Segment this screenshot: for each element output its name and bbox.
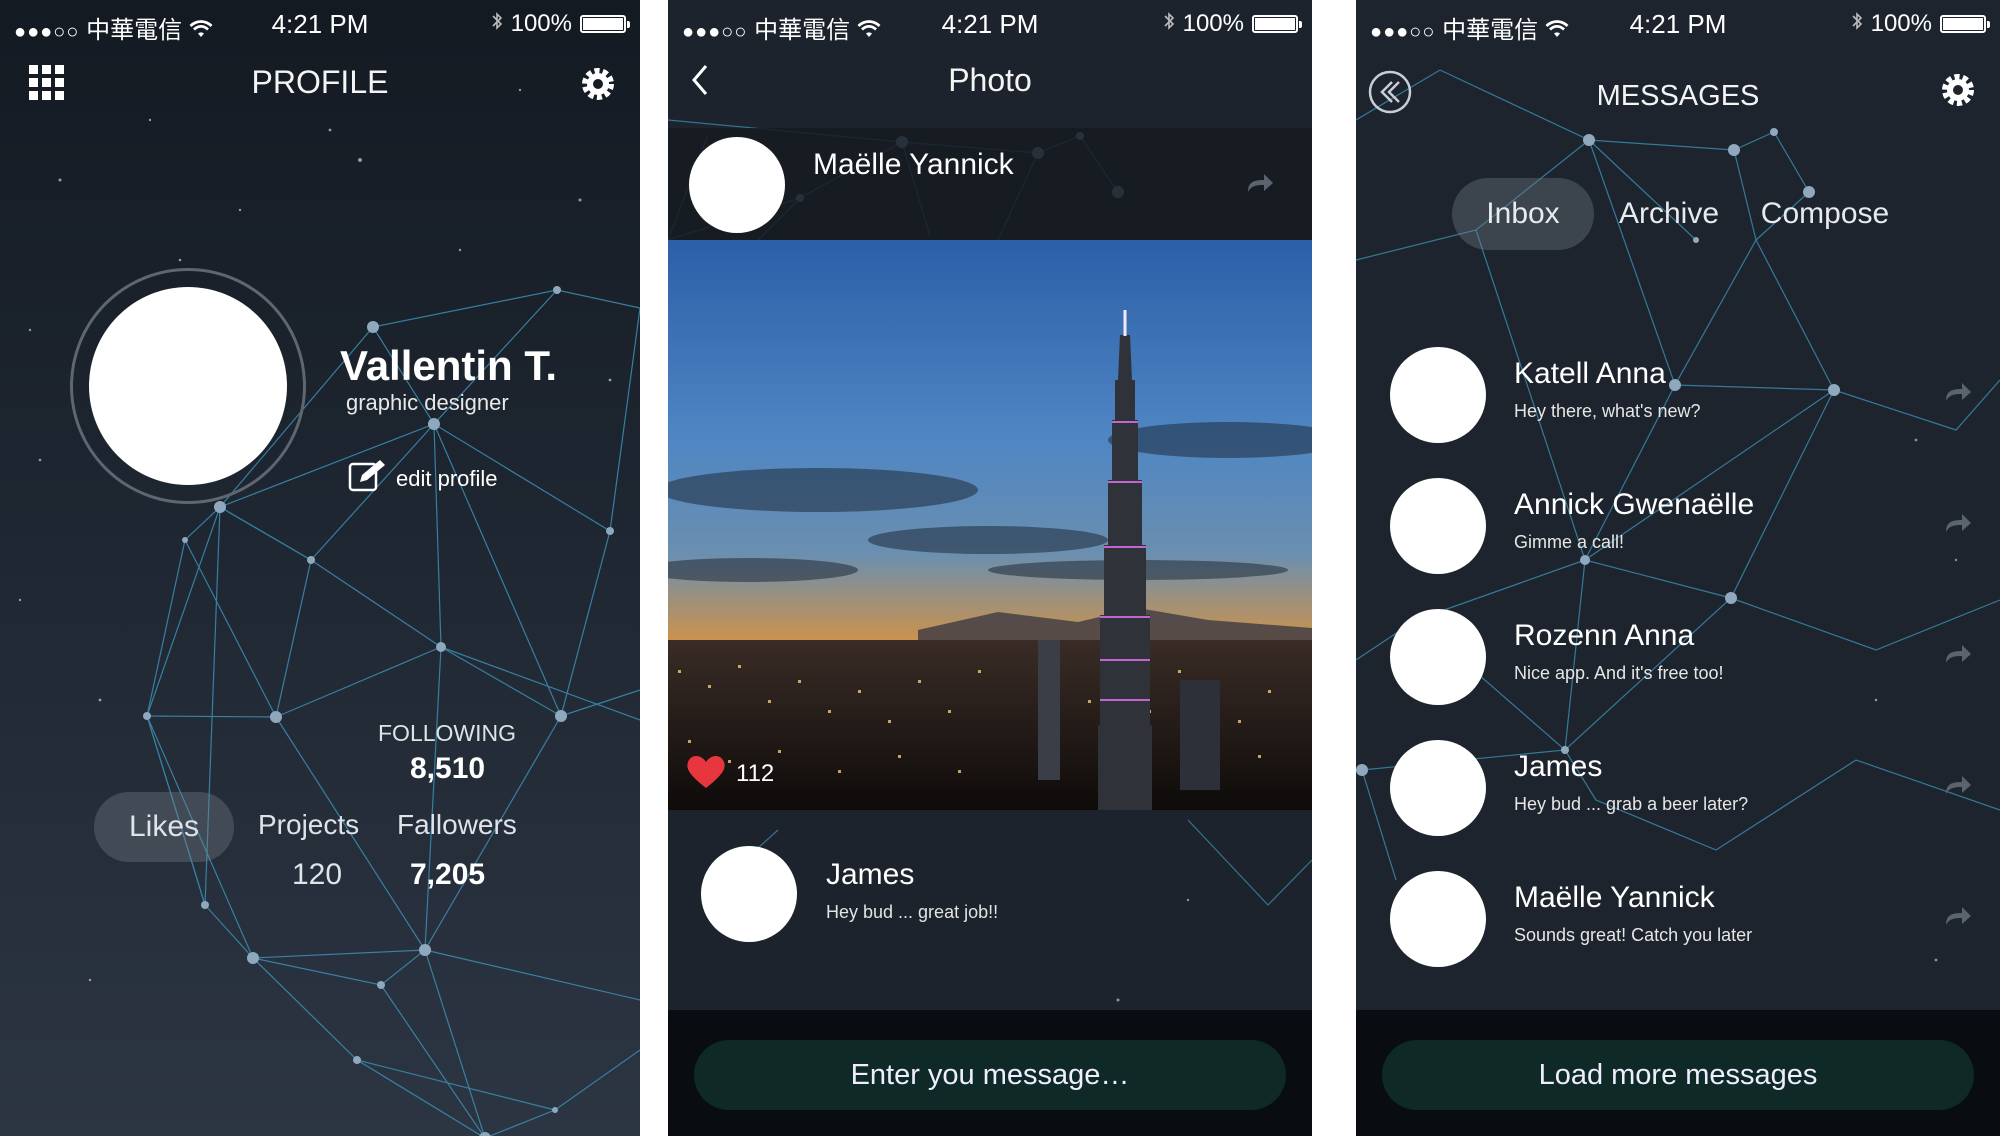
- message-row[interactable]: James Hey bud ... grab a beer later?: [1356, 740, 2000, 850]
- message-preview: Nice app. And it's free too!: [1514, 663, 1724, 683]
- edit-profile-label: edit profile: [396, 466, 498, 491]
- photo-screen: ●●●○○ 中華電信 4:21 PM 100% Photo Maëlle Yan…: [668, 0, 1312, 1136]
- status-right: 100%: [1163, 10, 1302, 38]
- message-sender: Rozenn Anna: [1514, 619, 1695, 652]
- status-bar: ●●●○○ 中華電信 4:21 PM 100%: [1356, 0, 2000, 46]
- following-label: FOLLOWING: [378, 720, 517, 746]
- photo-author-name: Maëlle Yannick: [813, 148, 1014, 181]
- battery-percent: 100%: [510, 10, 572, 37]
- battery-fill: [1943, 18, 1983, 30]
- followers-value: 7,205: [410, 858, 486, 891]
- battery-percent: 100%: [1182, 10, 1244, 37]
- status-right: 100%: [491, 10, 630, 38]
- likes-count: 112: [736, 760, 775, 787]
- message-sender: Annick Gwenaëlle: [1514, 488, 1755, 521]
- page-title: MESSAGES: [1596, 80, 1760, 112]
- message-preview: Gimme a call!: [1514, 532, 1625, 552]
- load-more-label: Load more messages: [1538, 1058, 1818, 1091]
- photo-author-header: Maëlle Yannick: [668, 128, 1312, 240]
- avatar: [1390, 740, 1486, 836]
- message-sender: James: [1514, 750, 1603, 783]
- edit-icon: [348, 458, 388, 500]
- tab-inbox[interactable]: Inbox: [1452, 178, 1594, 250]
- avatar: [1390, 609, 1486, 705]
- status-bar: ●●●○○ 中華電信 4:21 PM 100%: [0, 0, 640, 46]
- bluetooth-icon: [1163, 10, 1175, 38]
- avatar[interactable]: [89, 287, 287, 485]
- page-title: PROFILE: [251, 64, 389, 100]
- message-input-bar: Enter you message…: [668, 1010, 1312, 1136]
- network-background: [18, 88, 640, 1136]
- edit-profile-button[interactable]: edit profile: [348, 458, 498, 500]
- message-row[interactable]: Maëlle Yannick Sounds great! Catch you l…: [1356, 871, 2000, 981]
- tab-compose-label: Compose: [1760, 197, 1890, 230]
- status-right: 100%: [1851, 10, 1990, 38]
- message-sender: Maëlle Yannick: [1514, 881, 1715, 914]
- city-skyline-photo: [668, 240, 1312, 810]
- message-row[interactable]: Annick Gwenaëlle Gimme a call!: [1356, 478, 2000, 588]
- bluetooth-icon: [1851, 10, 1863, 38]
- photo-image[interactable]: 112: [668, 240, 1312, 810]
- tab-inbox-label: Inbox: [1486, 197, 1560, 230]
- avatar: [1390, 871, 1486, 967]
- tab-likes[interactable]: Likes: [94, 792, 234, 862]
- battery-icon: [1940, 15, 1990, 33]
- reply-arrow-icon[interactable]: [1942, 512, 1972, 539]
- load-more-button[interactable]: Load more messages: [1382, 1040, 1974, 1110]
- message-preview: Hey there, what's new?: [1514, 401, 1701, 421]
- load-more-bar: Load more messages: [1356, 1010, 2000, 1136]
- page-title: Photo: [948, 62, 1032, 98]
- comment-author: James: [826, 858, 915, 891]
- profile-role: graphic designer: [346, 390, 509, 415]
- messages-screen: ●●●○○ 中華電信 4:21 PM 100% MESSAGES Inbox A…: [1356, 0, 2000, 1136]
- reply-arrow-icon[interactable]: [1942, 643, 1972, 670]
- heart-icon[interactable]: [686, 754, 726, 795]
- tab-followers[interactable]: Fallowers: [397, 809, 517, 841]
- message-preview: Sounds great! Catch you later: [1514, 925, 1753, 945]
- following-value: 8,510: [410, 752, 486, 785]
- status-bar: ●●●○○ 中華電信 4:21 PM 100%: [668, 0, 1312, 46]
- reply-arrow-icon[interactable]: [1942, 381, 1972, 408]
- tab-archive[interactable]: Archive: [1604, 178, 1734, 250]
- tab-likes-label: Likes: [128, 810, 200, 843]
- battery-icon: [580, 15, 630, 33]
- reply-arrow-icon[interactable]: [1942, 774, 1972, 801]
- avatar: [1390, 478, 1486, 574]
- message-tabs: Inbox Archive Compose: [1452, 178, 1912, 250]
- message-input[interactable]: Enter you message…: [694, 1040, 1286, 1110]
- avatar: [1390, 347, 1486, 443]
- battery-fill: [583, 18, 623, 30]
- battery-percent: 100%: [1870, 10, 1932, 37]
- message-input-placeholder: Enter you message…: [850, 1058, 1130, 1091]
- bluetooth-icon: [491, 10, 503, 38]
- profile-screen: ●●●○○ 中華電信 4:21 PM 100% PROFILE Vallenti…: [0, 0, 640, 1136]
- reply-arrow-icon[interactable]: [1942, 905, 1972, 932]
- message-sender: Katell Anna: [1514, 357, 1666, 390]
- profile-name: Vallentin T.: [340, 342, 558, 389]
- tab-archive-label: Archive: [1618, 197, 1720, 230]
- battery-fill: [1255, 18, 1295, 30]
- comment-text: Hey bud ... great job!!: [826, 902, 999, 922]
- share-arrow-icon[interactable]: [1242, 170, 1276, 196]
- comment-avatar[interactable]: [701, 846, 797, 942]
- battery-icon: [1252, 15, 1302, 33]
- tab-projects[interactable]: Projects: [258, 809, 359, 841]
- avatar[interactable]: [689, 137, 785, 233]
- message-row[interactable]: Rozenn Anna Nice app. And it's free too!: [1356, 609, 2000, 719]
- projects-value: 120: [292, 858, 343, 891]
- gear-icon[interactable]: [576, 62, 620, 106]
- gear-icon[interactable]: [1936, 68, 1980, 112]
- message-preview: Hey bud ... grab a beer later?: [1514, 794, 1749, 814]
- tab-compose[interactable]: Compose: [1750, 178, 1900, 250]
- message-row[interactable]: Katell Anna Hey there, what's new?: [1356, 347, 2000, 457]
